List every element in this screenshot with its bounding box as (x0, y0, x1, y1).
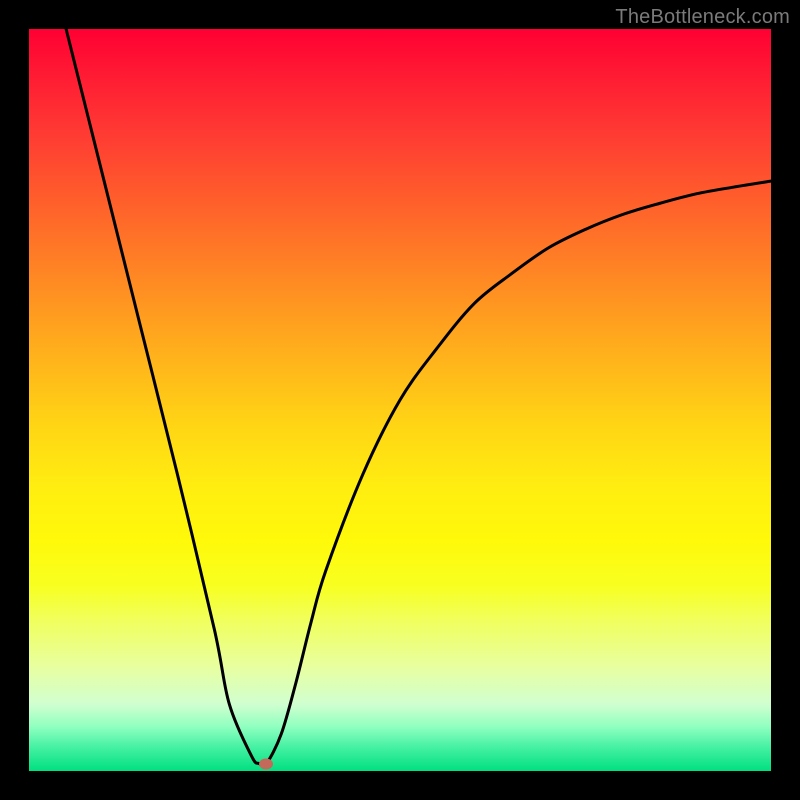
optimal-point-marker (259, 758, 273, 769)
bottleneck-curve (66, 29, 771, 766)
watermark-text: TheBottleneck.com (615, 6, 790, 29)
plot-area (29, 29, 771, 771)
curve-svg (29, 29, 771, 771)
chart-frame: TheBottleneck.com (0, 0, 800, 800)
